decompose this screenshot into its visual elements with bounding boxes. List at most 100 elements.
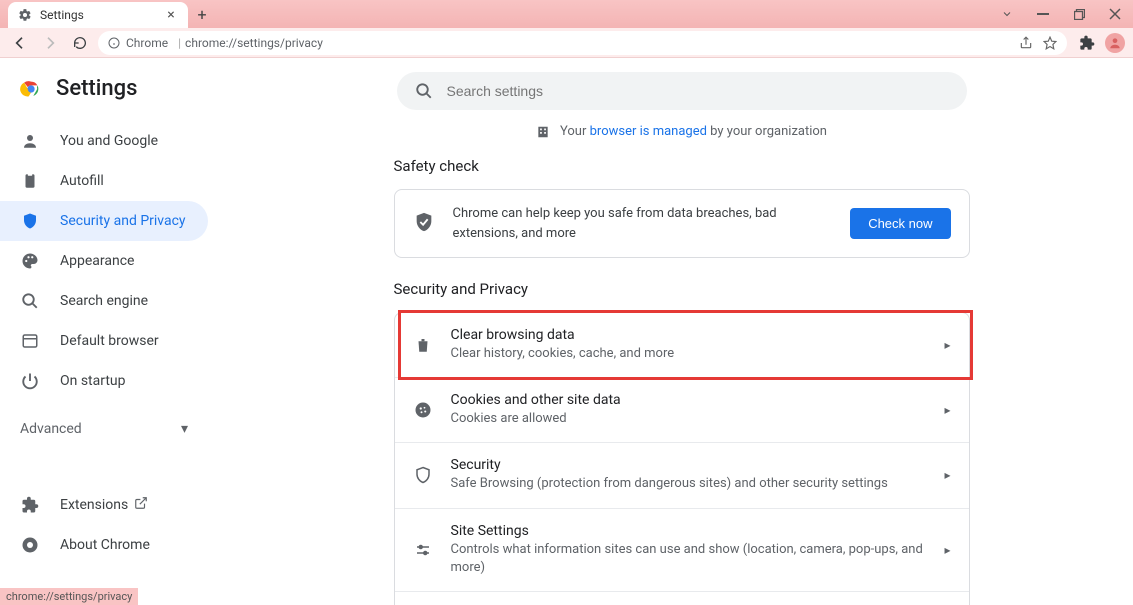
gear-icon [18,8,32,22]
sliders-icon [413,541,433,559]
safety-check-heading: Safety check [394,157,970,175]
row-privacy-sandbox[interactable]: Privacy Sandbox [395,591,969,605]
row-sub: Controls what information sites can use … [451,541,927,577]
close-window-button[interactable] [1097,0,1133,28]
sidebar-item-default-browser[interactable]: Default browser [0,321,208,361]
bottom-nav: Extensions About Chrome [0,479,260,571]
chrome-logo-icon [20,78,42,100]
extension-area [1073,33,1125,53]
safety-check-card: Chrome can help keep you safe from data … [394,189,970,258]
maximize-button[interactable] [1061,0,1097,28]
row-title: Clear browsing data [451,327,927,343]
search-input[interactable] [447,83,949,99]
managed-prefix: Your [560,124,590,139]
privacy-list: Clear browsing data Clear history, cooki… [394,312,970,605]
chevron-right-icon: ▸ [944,338,950,352]
content: Your browser is managed by your organiza… [260,58,1133,605]
app-header: Settings [0,76,260,115]
sidebar-item-label: You and Google [60,133,158,149]
sidebar-item-label: About Chrome [60,537,150,553]
sidebar-item-label: Autofill [60,173,104,189]
managed-suffix: by your organization [707,124,827,139]
browser-tab[interactable]: Settings × [8,2,188,28]
sidebar-item-appearance[interactable]: Appearance [0,241,208,281]
chevron-right-icon: ▸ [944,543,950,557]
back-button[interactable] [8,31,32,55]
sidebar-item-label: Extensions [60,497,128,513]
url-text: chrome://settings/privacy [185,36,323,50]
advanced-label: Advanced [20,421,82,437]
omnibox-actions [1019,36,1057,50]
sidebar: Settings You and Google Autofill Securit… [0,58,260,605]
share-icon[interactable] [1019,36,1033,50]
row-title: Site Settings [451,523,927,539]
main-area: Settings You and Google Autofill Securit… [0,58,1133,605]
cookie-icon [413,401,433,419]
person-icon [20,131,40,151]
page-title: Settings [56,76,137,101]
shield-check-icon [413,211,435,237]
window-controls [989,0,1133,28]
open-external-icon [134,496,148,514]
nav-list: You and Google Autofill Security and Pri… [0,115,260,407]
sidebar-item-on-startup[interactable]: On startup [0,361,208,401]
search-icon [415,82,433,100]
row-security[interactable]: Security Safe Browsing (protection from … [395,442,969,507]
status-bar: chrome://settings/privacy [0,588,138,605]
row-sub: Cookies are allowed [451,410,927,428]
check-now-button[interactable]: Check now [850,208,950,239]
profile-avatar[interactable] [1105,33,1125,53]
search-icon [20,291,40,311]
browser-icon [20,331,40,351]
minimize-button[interactable] [1025,0,1061,28]
info-icon [108,37,120,49]
site-chip: Chrome [108,36,168,50]
sidebar-item-security-privacy[interactable]: Security and Privacy [0,201,208,241]
chrome-logo-icon [20,535,40,555]
omnibox[interactable]: Chrome | chrome://settings/privacy [98,31,1067,55]
chevron-right-icon: ▸ [944,468,950,482]
row-sub: Safe Browsing (protection from dangerous… [451,475,927,493]
row-sub: Clear history, cookies, cache, and more [451,345,927,363]
star-icon[interactable] [1043,36,1057,50]
row-title: Cookies and other site data [451,392,927,408]
row-cookies[interactable]: Cookies and other site data Cookies are … [395,377,969,442]
puzzle-icon[interactable] [1079,35,1095,51]
new-tab-button[interactable]: + [188,5,216,24]
close-icon[interactable]: × [164,8,178,22]
safety-check-text: Chrome can help keep you safe from data … [453,204,833,243]
sidebar-item-label: Search engine [60,293,148,309]
toolbar: Chrome | chrome://settings/privacy [0,28,1133,58]
managed-link[interactable]: browser is managed [590,124,707,139]
forward-button[interactable] [38,31,62,55]
chevron-right-icon: ▸ [944,403,950,417]
sidebar-item-label: Default browser [60,333,159,349]
power-icon [20,371,40,391]
sidebar-item-extensions[interactable]: Extensions [0,485,208,525]
chevron-down-icon[interactable] [989,0,1025,28]
site-chip-label: Chrome [126,36,168,50]
sidebar-item-autofill[interactable]: Autofill [0,161,208,201]
shield-icon [413,466,433,484]
separator: | [178,36,181,50]
chevron-down-icon: ▾ [181,421,188,437]
privacy-heading: Security and Privacy [394,280,970,298]
shield-icon [20,211,40,231]
row-title: Security [451,457,927,473]
sidebar-item-label: On startup [60,373,126,389]
row-site-settings[interactable]: Site Settings Controls what information … [395,508,969,591]
sidebar-item-about[interactable]: About Chrome [0,525,208,565]
reload-button[interactable] [68,31,92,55]
sidebar-item-label: Appearance [60,253,134,269]
managed-banner: Your browser is managed by your organiza… [290,124,1073,139]
advanced-toggle[interactable]: Advanced ▾ [0,407,260,451]
trash-icon [413,336,433,354]
palette-icon [20,251,40,271]
search-settings-box[interactable] [397,72,967,110]
building-icon [536,125,550,139]
row-clear-browsing-data[interactable]: Clear browsing data Clear history, cooki… [395,313,969,377]
puzzle-icon [20,495,40,515]
sidebar-item-search-engine[interactable]: Search engine [0,281,208,321]
window-title-bar: Settings × + [0,0,1133,28]
sidebar-item-you-and-google[interactable]: You and Google [0,121,208,161]
